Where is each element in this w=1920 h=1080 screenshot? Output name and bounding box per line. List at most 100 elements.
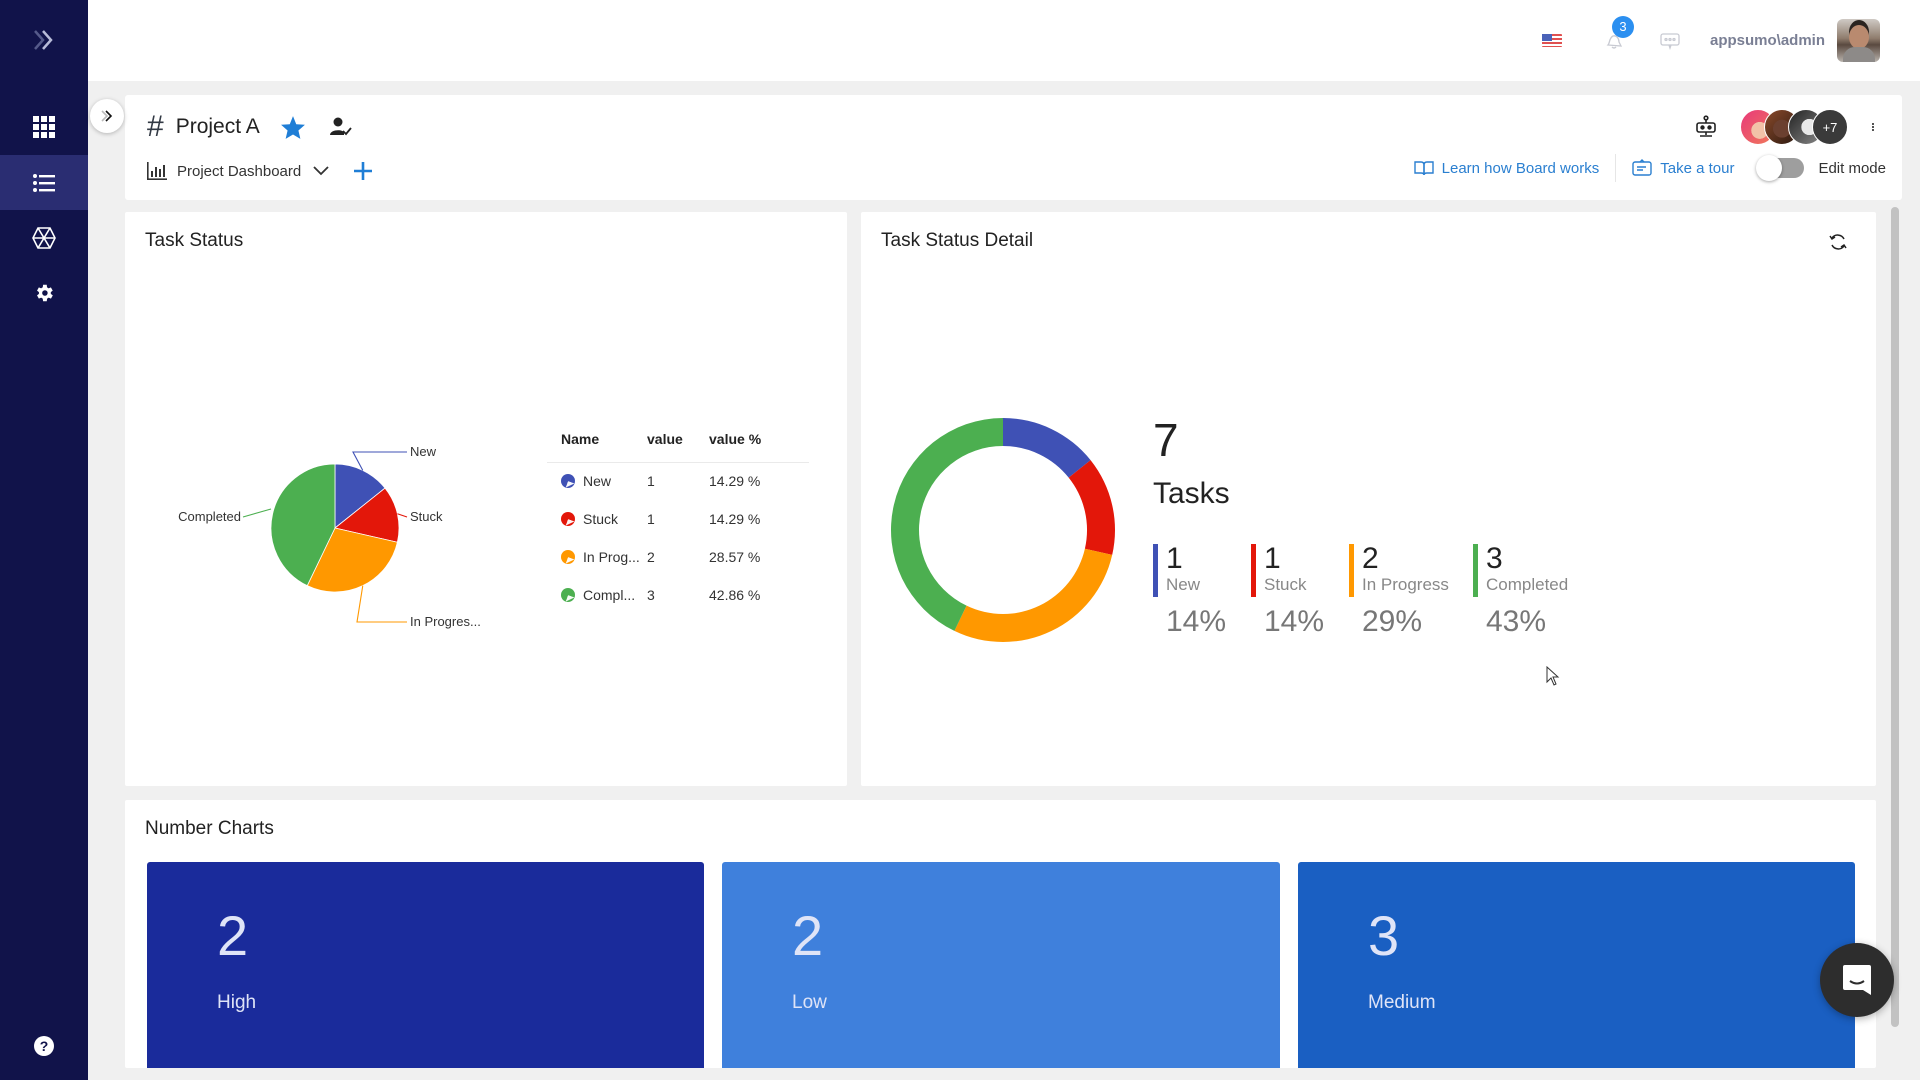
notifications-button[interactable]: 3 (1602, 15, 1634, 53)
user-avatar[interactable] (1837, 19, 1880, 62)
sidebar: ? (0, 0, 88, 1080)
pie-slice-label: New (410, 444, 437, 459)
table-row[interactable]: Stuck 1 14.29 % (547, 500, 809, 538)
sidebar-expand-button[interactable] (0, 12, 88, 68)
messages-icon[interactable] (1660, 32, 1680, 50)
legend-label: Completed (1486, 575, 1569, 594)
learn-board-link[interactable]: Learn how Board works (1413, 159, 1600, 177)
tile-value: 2 (792, 904, 824, 967)
pie-slice-icon (561, 474, 575, 489)
widget-title: Task Status (145, 230, 244, 251)
name-cell: Compl... (547, 576, 647, 614)
status-legend: 1 New 14% 1 Stuck 14% 2 In Progress 29% 3 Complete… (1153, 544, 1568, 638)
top-header: 3 appsumo\admin (88, 0, 1920, 81)
table-row[interactable]: In Prog... 2 28.57 % (547, 538, 809, 576)
row-name: Compl... (583, 587, 636, 603)
dashboard-selector[interactable]: Project Dashboard (177, 163, 301, 180)
legend-value: 1 (1264, 542, 1281, 575)
pie-slice-icon (561, 588, 575, 602)
donut-segment-in-progress[interactable] (954, 548, 1113, 642)
value-cell: 3 (647, 587, 655, 603)
refresh-icon[interactable] (1828, 232, 1848, 252)
help-button[interactable]: ? (0, 1018, 88, 1074)
sidebar-item-settings[interactable] (0, 265, 88, 320)
divider (1615, 154, 1617, 182)
legend-percent: 14% (1166, 605, 1227, 638)
sidebar-item-boards[interactable] (0, 155, 88, 210)
legend-color-bar (1153, 544, 1158, 597)
name-cell: New (547, 462, 647, 500)
take-tour-link[interactable]: Take a tour (1632, 159, 1734, 177)
table-row[interactable]: New 1 14.29 % (547, 462, 809, 500)
percent-cell: 28.57 % (709, 549, 761, 565)
pie-leader-line (397, 513, 408, 518)
legend-percent: 29% (1362, 605, 1423, 638)
pie-slice-label: Stuck (410, 509, 443, 524)
legend-item[interactable]: 2 In Progress 29% (1349, 544, 1473, 638)
project-header: # Project A Project Dashboard +7 Learn h… (125, 95, 1902, 200)
learn-board-label: Learn how Board works (1441, 159, 1600, 177)
legend-color-bar (1251, 544, 1256, 597)
legend-label: In Progress (1362, 575, 1449, 594)
task-status-pie-chart: New Stuck In Progres... Completed (178, 444, 481, 629)
task-status-widget: Task Status New Stuck In Progres... Complet… (125, 212, 847, 786)
pie-leader-line (356, 585, 407, 623)
donut-segment-completed[interactable] (891, 418, 1003, 631)
gear-icon (37, 284, 53, 301)
row-name: In Prog... (583, 549, 640, 565)
number-tile-low[interactable]: 2 Low (722, 862, 1280, 1068)
double-chevron-right-icon (34, 30, 53, 50)
percent-cell: 42.86 % (709, 587, 761, 603)
take-tour-label: Take a tour (1660, 159, 1735, 177)
star-icon[interactable] (280, 115, 306, 140)
number-charts-widget: Number Charts 2 High 2 Low 3 Medium (125, 800, 1876, 1068)
pie-slice-label: Completed (178, 509, 241, 524)
chevron-down-icon[interactable] (313, 166, 329, 176)
pie-slice-icon (561, 512, 575, 526)
notification-badge: 3 (1611, 15, 1634, 38)
donut-segment-stuck[interactable] (1068, 460, 1115, 555)
table-row[interactable]: Compl... 3 42.86 % (547, 576, 809, 614)
vertical-scrollbar[interactable] (1891, 207, 1899, 1027)
book-icon (1413, 161, 1434, 176)
legend-item[interactable]: 1 New 14% (1153, 544, 1251, 638)
column-header[interactable]: value % (709, 428, 809, 463)
hexagon-network-icon (32, 226, 56, 249)
donut-segment-new[interactable] (1003, 418, 1091, 478)
robot-icon[interactable] (1694, 115, 1718, 139)
support-chat-button[interactable] (1820, 943, 1894, 1017)
pie-slice-label: In Progres... (410, 614, 481, 629)
double-chevron-right-icon (101, 110, 113, 122)
sidebar-item-apps[interactable] (0, 99, 88, 154)
legend-item[interactable]: 1 Stuck 14% (1251, 544, 1349, 638)
number-tile-high[interactable]: 2 High (147, 862, 704, 1068)
task-status-table: Name value value % New 1 14.29 % Stuck 1 14.2… (547, 428, 809, 614)
more-members-badge[interactable]: +7 (1812, 109, 1848, 145)
bar-chart-icon (147, 162, 167, 180)
tile-value: 3 (1368, 904, 1400, 967)
user-check-icon[interactable] (329, 117, 352, 137)
us-flag-icon[interactable] (1541, 34, 1562, 47)
value-cell: 1 (647, 511, 655, 527)
panel-expand-button[interactable] (90, 99, 124, 133)
column-header[interactable]: Name (547, 428, 647, 463)
mouse-cursor-icon (1546, 666, 1560, 686)
name-cell: Stuck (547, 500, 647, 538)
pie-leader-line (242, 508, 272, 518)
total-tasks-label: Tasks (1153, 477, 1230, 510)
more-options-icon[interactable] (1866, 116, 1880, 138)
username[interactable]: appsumo\admin (1710, 32, 1825, 49)
pie-slice-icon (561, 550, 575, 564)
column-header[interactable]: value (647, 428, 709, 463)
legend-item[interactable]: 3 Completed 43% (1473, 544, 1568, 638)
edit-mode-toggle[interactable] (1756, 155, 1805, 181)
sidebar-item-network[interactable] (0, 210, 88, 265)
tile-value: 2 (217, 904, 249, 967)
tile-label: High (217, 992, 257, 1013)
task-status-detail-widget: Task Status Detail 7 Tasks 1 New 14% 1 Stuck… (861, 212, 1876, 786)
add-view-button[interactable] (353, 161, 373, 181)
number-tile-medium[interactable]: 3 Medium (1298, 862, 1855, 1068)
board-members[interactable]: +7 (1740, 109, 1848, 145)
list-icon (33, 173, 55, 192)
tile-label: Medium (1368, 992, 1436, 1013)
